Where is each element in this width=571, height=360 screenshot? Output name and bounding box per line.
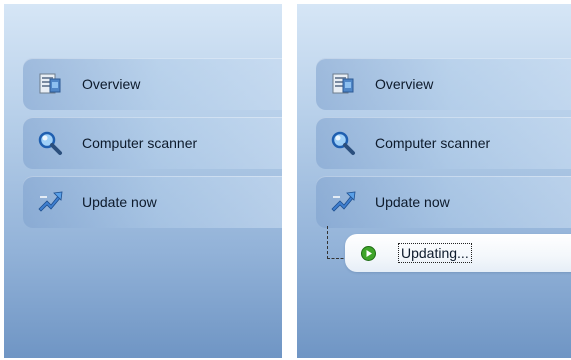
- left-panel-nav: Overview Computer scanner Update now: [4, 4, 282, 358]
- nav-item-overview[interactable]: Overview: [23, 58, 282, 110]
- nav-item-label: Overview: [82, 76, 141, 92]
- nav-item-computer-scanner[interactable]: Computer scanner: [23, 117, 282, 169]
- updating-status-label: Updating...: [398, 243, 472, 263]
- nav-item-label: Overview: [375, 76, 434, 92]
- overview-icon: [330, 71, 356, 97]
- nav-item-label: Update now: [82, 194, 157, 210]
- update-icon: [37, 189, 63, 215]
- nav-item-update-now[interactable]: Update now: [23, 176, 282, 228]
- magnifier-icon: [37, 130, 63, 156]
- nav-item-label: Update now: [375, 194, 450, 210]
- nav-item-computer-scanner[interactable]: Computer scanner: [316, 117, 571, 169]
- right-panel-nav: Overview Computer scanner Update now Upd…: [297, 4, 571, 358]
- nav-item-label: Computer scanner: [375, 135, 491, 151]
- overview-icon: [37, 71, 63, 97]
- update-icon: [330, 189, 356, 215]
- magnifier-icon: [330, 130, 356, 156]
- sub-item-updating[interactable]: Updating...: [345, 234, 571, 272]
- play-icon: [361, 246, 376, 261]
- nav-item-update-now[interactable]: Update now: [316, 176, 571, 228]
- nav-item-overview[interactable]: Overview: [316, 58, 571, 110]
- nav-item-label: Computer scanner: [82, 135, 198, 151]
